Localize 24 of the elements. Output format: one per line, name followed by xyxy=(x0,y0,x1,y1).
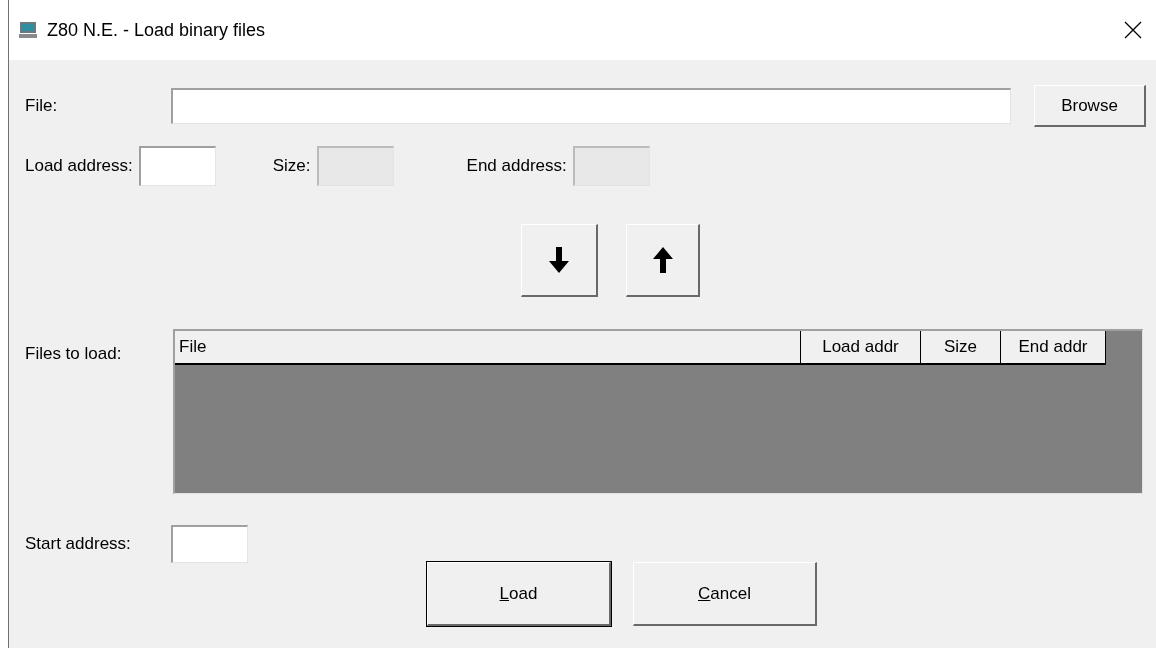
start-address-field[interactable] xyxy=(171,525,248,563)
field-label: Load address: xyxy=(25,155,133,178)
field-label: File: xyxy=(25,95,59,118)
file-field[interactable] xyxy=(171,88,1011,124)
cancel-button[interactable]: Cancel xyxy=(633,562,817,626)
column-header[interactable]: File xyxy=(175,331,801,363)
column-header[interactable]: End addr xyxy=(1001,331,1106,363)
field-label: End address: xyxy=(466,155,567,178)
window-title: Z80 N.E. - Load binary files xyxy=(47,18,266,42)
arrow-up-icon xyxy=(652,247,673,273)
file-list[interactable]: File Load addr Size End addr xyxy=(173,329,1143,494)
field-label: Size: xyxy=(272,155,311,178)
computer-icon xyxy=(19,21,37,39)
move-down-button[interactable] xyxy=(521,224,598,297)
column-header[interactable]: Load addr xyxy=(801,331,921,363)
field-label: Files to load: xyxy=(25,343,123,365)
move-up-button[interactable] xyxy=(626,224,700,297)
close-icon[interactable] xyxy=(1124,21,1142,39)
load-button[interactable]: Load xyxy=(427,562,611,626)
field-label: Start address: xyxy=(25,533,132,556)
arrow-down-icon xyxy=(549,247,569,273)
browse-button[interactable]: Browse xyxy=(1034,85,1146,127)
address-field[interactable] xyxy=(138,146,216,186)
column-header[interactable]: Size xyxy=(921,331,1001,363)
